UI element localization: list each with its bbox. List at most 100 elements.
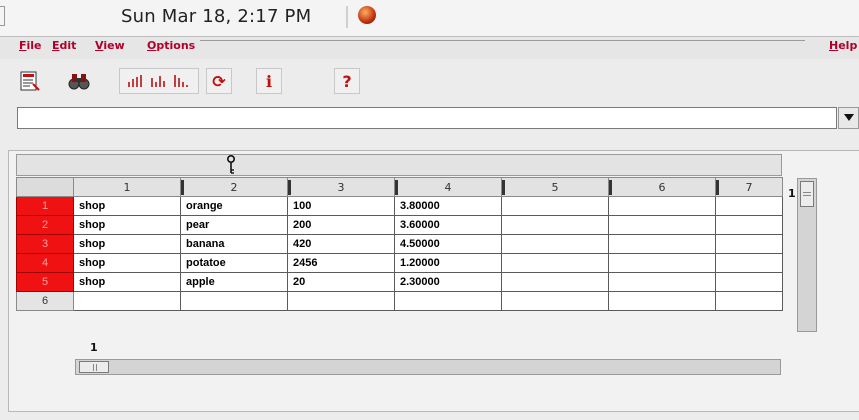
table-cell[interactable]: 2.30000 — [394, 272, 502, 292]
binoculars-icon — [68, 74, 90, 90]
horizontal-scroll-thumb[interactable] — [79, 361, 109, 373]
table-cell[interactable] — [715, 272, 783, 292]
column-header-label: 3 — [337, 180, 345, 194]
menu-bar: File Edit View Options Help — [0, 36, 859, 59]
column-header[interactable]: 5 — [501, 177, 609, 197]
corner-cell[interactable] — [16, 177, 74, 197]
table-cell[interactable]: 4.50000 — [394, 234, 502, 254]
query-dropdown-button[interactable] — [838, 107, 859, 129]
key-icon — [225, 154, 237, 179]
table-cell[interactable]: 1.20000 — [394, 253, 502, 273]
table-cell[interactable] — [715, 291, 783, 311]
help-button[interactable]: ? — [334, 68, 360, 94]
table-cell[interactable]: potatoe — [180, 253, 288, 273]
chart-buttons[interactable] — [119, 68, 199, 94]
row-header[interactable]: 2 — [16, 215, 74, 235]
table-cell[interactable] — [715, 234, 783, 254]
table-cell[interactable]: pear — [180, 215, 288, 235]
table-cell[interactable]: shop — [73, 196, 181, 216]
table-cell[interactable] — [501, 234, 609, 254]
info-button[interactable]: i — [256, 68, 282, 94]
row-header[interactable]: 1 — [16, 196, 74, 216]
search-button[interactable] — [66, 68, 92, 94]
menu-file[interactable]: File — [19, 39, 42, 52]
panel-edge — [0, 6, 5, 26]
table-cell[interactable] — [501, 291, 609, 311]
refresh-button[interactable]: ⟳ — [206, 68, 232, 94]
table-cell[interactable]: 100 — [287, 196, 395, 216]
document-icon — [20, 71, 40, 91]
column-header[interactable]: 4 — [394, 177, 502, 197]
horizontal-scrollbar[interactable] — [75, 359, 781, 375]
table-cell[interactable] — [501, 196, 609, 216]
query-input[interactable] — [17, 107, 837, 129]
table-cell[interactable] — [715, 215, 783, 235]
column-header-label: 7 — [745, 180, 753, 194]
table-cell[interactable]: shop — [73, 234, 181, 254]
table-cell[interactable] — [608, 215, 716, 235]
chart-icon — [127, 75, 142, 87]
column-resize-handle[interactable] — [716, 180, 719, 195]
column-resize-handle[interactable] — [502, 180, 505, 195]
column-header[interactable]: 1 — [73, 177, 181, 197]
table-row: 4 shop potatoe 2456 1.20000 — [16, 253, 783, 273]
column-resize-handle[interactable] — [609, 180, 612, 195]
column-header-label: 5 — [551, 180, 559, 194]
menu-view[interactable]: View — [95, 39, 125, 52]
row-header[interactable]: 5 — [16, 272, 74, 292]
menu-help[interactable]: Help — [829, 39, 857, 52]
row-header[interactable]: 6 — [16, 291, 74, 311]
table-cell[interactable] — [608, 253, 716, 273]
column-header-label: 2 — [230, 180, 238, 194]
table-cell[interactable] — [608, 272, 716, 292]
vertical-scroll-thumb[interactable] — [800, 181, 814, 207]
table-cell[interactable] — [501, 253, 609, 273]
menu-options[interactable]: Options — [147, 39, 195, 52]
clock[interactable]: Sun Mar 18, 2:17 PM — [121, 6, 311, 27]
table-cell[interactable] — [501, 215, 609, 235]
table-cell[interactable]: apple — [180, 272, 288, 292]
column-header[interactable]: 6 — [608, 177, 716, 197]
table-cell[interactable]: 420 — [287, 234, 395, 254]
column-header[interactable]: 3 — [287, 177, 395, 197]
column-header[interactable]: 7 — [715, 177, 783, 197]
menu-options-mnemonic: O — [147, 39, 157, 52]
table-cell[interactable]: shop — [73, 215, 181, 235]
column-header-label: 4 — [444, 180, 452, 194]
table-cell[interactable] — [394, 291, 502, 311]
table-cell[interactable]: 200 — [287, 215, 395, 235]
table-cell[interactable]: 3.60000 — [394, 215, 502, 235]
table-cell[interactable]: 3.80000 — [394, 196, 502, 216]
table-row: 1 shop orange 100 3.80000 — [16, 196, 783, 216]
menu-edit[interactable]: Edit — [52, 39, 76, 52]
table-cell[interactable]: 2456 — [287, 253, 395, 273]
help-icon: ? — [342, 71, 352, 91]
table-cell[interactable]: shop — [73, 272, 181, 292]
menu-options-label: ptions — [156, 39, 196, 52]
table-cell[interactable] — [73, 291, 181, 311]
table-cell[interactable] — [287, 291, 395, 311]
column-resize-handle[interactable] — [181, 180, 184, 195]
table-cell[interactable]: 20 — [287, 272, 395, 292]
table-cell[interactable] — [608, 234, 716, 254]
open-document-button[interactable] — [17, 68, 43, 94]
chart-icon-2 — [150, 76, 165, 87]
table-cell[interactable]: orange — [180, 196, 288, 216]
column-header[interactable]: 2 — [180, 177, 288, 197]
row-header[interactable]: 4 — [16, 253, 74, 273]
table-cell[interactable] — [180, 291, 288, 311]
table-row: 2 shop pear 200 3.60000 — [16, 215, 783, 235]
row-header[interactable]: 3 — [16, 234, 74, 254]
column-resize-handle[interactable] — [288, 180, 291, 195]
table-cell[interactable]: banana — [180, 234, 288, 254]
table-cell[interactable]: shop — [73, 253, 181, 273]
table-cell[interactable] — [501, 272, 609, 292]
vertical-scrollbar[interactable] — [797, 178, 817, 332]
vertical-scroll-position: 1 — [788, 187, 796, 200]
table-cell[interactable] — [608, 291, 716, 311]
column-resize-handle[interactable] — [395, 180, 398, 195]
table-cell[interactable] — [715, 253, 783, 273]
table-cell[interactable] — [715, 196, 783, 216]
table-cell[interactable] — [608, 196, 716, 216]
tray-app-icon[interactable] — [358, 6, 376, 24]
